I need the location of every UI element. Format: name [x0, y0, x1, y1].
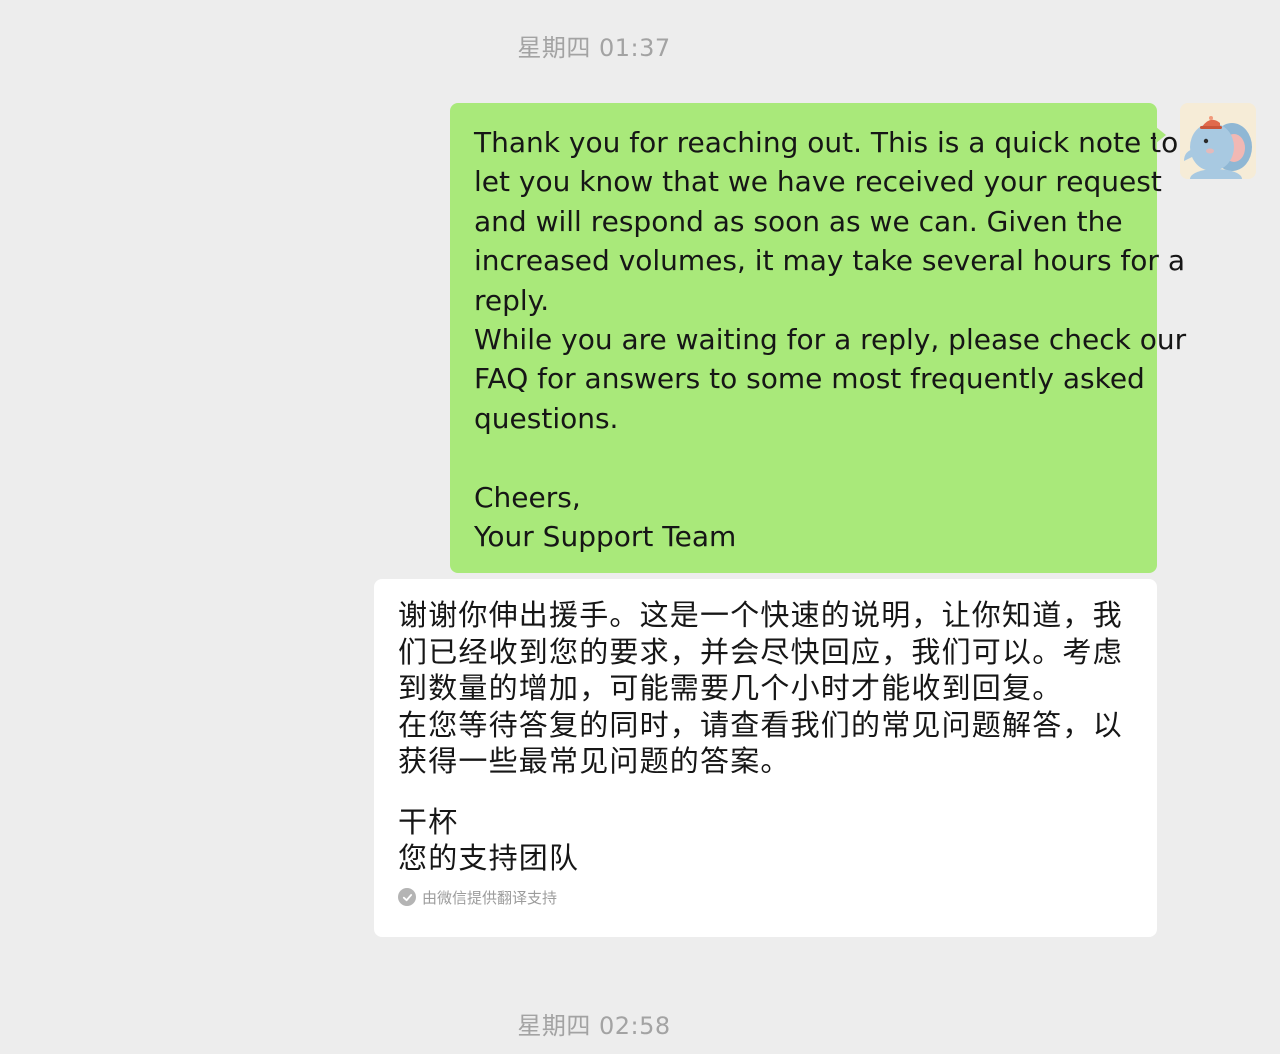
- translation-line: 获得一些最常见问题的答案。: [398, 744, 791, 778]
- elephant-avatar-icon: [1180, 103, 1256, 179]
- translation-line: 们已经收到您的要求，并会尽快回应，我们可以。考虑: [398, 634, 1123, 669]
- message-line: [474, 438, 1135, 477]
- message-line: questions.: [474, 401, 619, 435]
- translation-line: 谢谢你伸出援手。这是一个快速的说明，让你知道，我: [398, 598, 1123, 632]
- message-line: reply.: [474, 283, 550, 317]
- translation-provider-note: 由微信提供翻译支持: [398, 887, 1137, 908]
- message-line: Thank you for reaching out. This is a qu…: [474, 126, 1179, 159]
- message-line: While you are waiting for a reply, pleas…: [474, 322, 1187, 356]
- message-line: Your Support Team: [474, 519, 737, 553]
- chat-area: 星期四 01:37 Thank you for reaching out. Th…: [0, 0, 1280, 1054]
- check-icon: [398, 888, 416, 906]
- provider-label: 由微信提供翻译支持: [422, 888, 558, 907]
- timestamp: 星期四 01:37: [517, 34, 671, 62]
- translation-line: 在您等待答复的同时，请查看我们的常见问题解答，以: [398, 707, 1123, 742]
- message-line: FAQ for answers to some most frequently …: [474, 362, 1145, 396]
- translation-signature: 您的支持团队: [398, 841, 580, 875]
- sent-message-bubble[interactable]: Thank you for reaching out. This is a qu…: [450, 103, 1187, 573]
- message-line: increased volumes, it may take several h…: [474, 244, 1185, 278]
- user-avatar[interactable]: [1180, 103, 1256, 179]
- translation-line: 到数量的增加，可能需要几个小时才能收到回复。: [398, 671, 1063, 705]
- message-line: Cheers,: [474, 480, 581, 514]
- translation-signoff: 干杯: [398, 804, 459, 839]
- message-line: and will respond as soon as we can. Give…: [474, 204, 1123, 238]
- translation-bubble[interactable]: 谢谢你伸出援手。这是一个快速的说明，让你知道，我 们已经收到您的要求，并会尽快回…: [374, 579, 1157, 937]
- timestamp: 星期四 02:58: [517, 1012, 671, 1040]
- message-line: let you know that we have received your …: [474, 165, 1162, 199]
